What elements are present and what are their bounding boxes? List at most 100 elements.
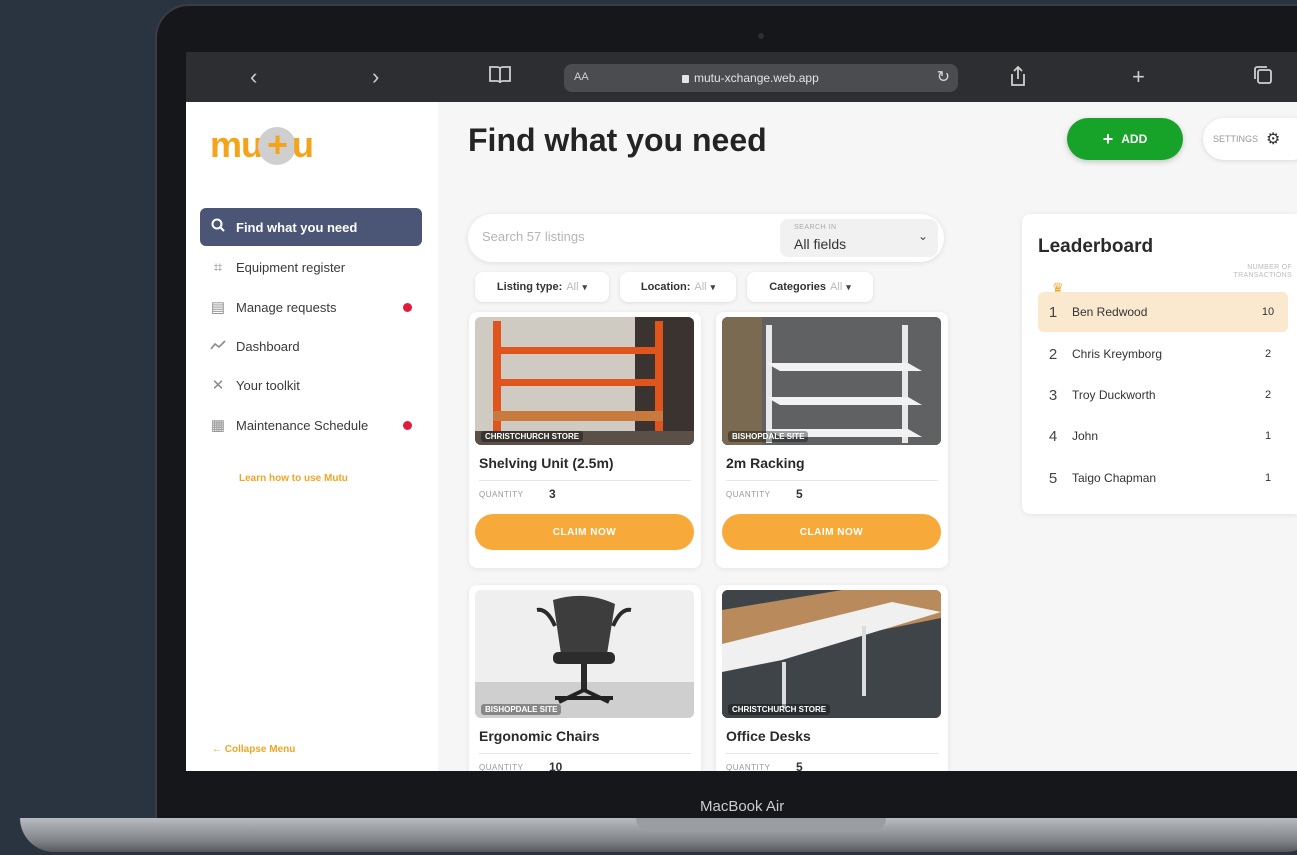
quantity-value: 3 [549, 487, 556, 501]
location-tag: BISHOPDALE SITE [481, 704, 562, 715]
browser-toolbar: ‹ › AA mutu-xchange.web.app ↻ + [186, 52, 1297, 102]
lock-icon [682, 75, 689, 83]
learn-link[interactable]: Learn how to use Mutu [239, 473, 348, 484]
scan-icon: ⌗ [213, 258, 223, 276]
quantity-label: QUANTITY [726, 763, 771, 771]
claim-now-button[interactable]: CLAIM NOW [722, 514, 941, 550]
chart-icon [200, 338, 236, 355]
sidebar-item-toolkit[interactable]: ✕ Your toolkit [200, 366, 422, 404]
location-tag: CHRISTCHURCH STORE [481, 431, 584, 442]
divider [726, 480, 938, 481]
leaderboard-row: 3 Troy Duckworth 2 [1038, 375, 1288, 415]
leaderboard-row: 2 Chris Kreymborg 2 [1038, 334, 1288, 374]
filter-value: All [830, 281, 843, 293]
book-icon[interactable] [488, 64, 512, 93]
listing-image: BISHOPDALE SITE [475, 590, 694, 718]
quantity-label: QUANTITY [479, 763, 524, 771]
filter-location[interactable]: Location: All ▾ [620, 272, 736, 302]
sidebar-item-requests[interactable]: ▤ Manage requests [200, 288, 422, 326]
sidebar-item-find[interactable]: Find what you need [200, 208, 422, 246]
tools-icon: ✕ [211, 377, 225, 394]
listing-image: BISHOPDALE SITE [722, 317, 941, 445]
collapse-menu-link[interactable]: ← Collapse Menu [212, 744, 295, 755]
filter-label: Listing type: [496, 281, 563, 293]
page-title: Find what you need [468, 122, 767, 158]
back-icon[interactable]: ‹ [250, 64, 257, 90]
tabs-icon[interactable] [1252, 64, 1274, 92]
sidebar-item-label: Maintenance Schedule [236, 417, 369, 433]
transaction-count: 1 [1264, 430, 1272, 442]
notification-dot [403, 303, 412, 312]
quantity-label: QUANTITY [726, 490, 771, 499]
search-input[interactable] [482, 229, 762, 244]
sidebar-item-label: Equipment register [236, 259, 346, 275]
location-tag: BISHOPDALE SITE [728, 431, 809, 442]
location-tag: CHRISTCHURCH STORE [728, 704, 831, 715]
listing-card[interactable]: BISHOPDALE SITE 2m Racking QUANTITY 5 CL… [716, 312, 948, 568]
user-name: John [1072, 429, 1099, 443]
chevron-down-icon: ▾ [582, 281, 588, 292]
text-size-button[interactable]: AA [574, 71, 589, 83]
sidebar-item-maintenance[interactable]: ▦ Maintenance Schedule [200, 406, 422, 444]
search-icon [200, 218, 236, 236]
listing-card[interactable]: CHRISTCHURCH STORE Office Desks QUANTITY… [716, 585, 948, 771]
user-name: Ben Redwood [1072, 305, 1148, 319]
listing-title: Office Desks [726, 728, 811, 744]
mutu-logo[interactable]: mu + u [210, 124, 314, 166]
divider [479, 480, 691, 481]
listing-image: CHRISTCHURCH STORE [722, 590, 941, 718]
sidebar-item-dashboard[interactable]: Dashboard [200, 327, 422, 365]
listing-card[interactable]: CHRISTCHURCH STORE Shelving Unit (2.5m) … [469, 312, 701, 568]
filter-categories[interactable]: Categories All ▾ [747, 272, 873, 302]
filter-listing-type[interactable]: Listing type: All ▾ [475, 272, 609, 302]
share-icon[interactable] [1008, 64, 1028, 94]
filter-value: All [694, 281, 707, 293]
listing-title: Ergonomic Chairs [479, 728, 600, 744]
leaderboard-row: 5 Taigo Chapman 1 [1038, 458, 1288, 498]
quantity-value: 5 [796, 760, 803, 771]
add-button[interactable]: + ADD [1067, 118, 1183, 160]
reload-icon[interactable]: ↻ [937, 67, 950, 87]
calendar-icon: ▦ [210, 417, 226, 434]
quantity-value: 10 [549, 760, 563, 771]
forward-icon[interactable]: › [372, 64, 379, 90]
gear-icon: ⚙ [1266, 131, 1281, 148]
logo-text-left: mu [210, 124, 263, 165]
leaderboard-column-header: NUMBER OF TRANSACTIONS [1233, 264, 1292, 279]
search-in-select[interactable]: SEARCH IN All fields ⌄ [780, 219, 938, 257]
sidebar-item-equipment[interactable]: ⌗ Equipment register [200, 248, 422, 286]
claim-now-button[interactable]: CLAIM NOW [475, 514, 694, 550]
leaderboard-title: Leaderboard [1038, 236, 1154, 257]
transaction-count: 1 [1264, 472, 1272, 484]
rank: 3 [1048, 386, 1058, 404]
listing-card[interactable]: BISHOPDALE SITE Ergonomic Chairs QUANTIT… [469, 585, 701, 771]
screen: ‹ › AA mutu-xchange.web.app ↻ + mu + u Fin… [186, 52, 1297, 771]
user-name: Troy Duckworth [1072, 388, 1156, 402]
settings-button[interactable]: SETTINGS ⚙ [1203, 118, 1297, 160]
rank: 1 [1048, 303, 1058, 321]
quantity-value: 5 [796, 487, 803, 501]
camera [758, 33, 764, 39]
search-in-label: SEARCH IN [794, 224, 837, 231]
transaction-count: 2 [1264, 389, 1272, 401]
plus-icon[interactable]: + [1132, 64, 1145, 90]
rank: 5 [1048, 469, 1058, 487]
leaderboard-row: 1 Ben Redwood 10 [1038, 292, 1288, 332]
device-label: MacBook Air [700, 798, 785, 815]
quantity-label: QUANTITY [479, 490, 524, 499]
leaderboard-row: 4 John 1 [1038, 416, 1288, 456]
url-bar[interactable]: AA mutu-xchange.web.app ↻ [564, 64, 958, 92]
sidebar: mu + u Find what you need ⌗ Equipment regi… [186, 102, 438, 771]
sidebar-item-label: Dashboard [236, 338, 300, 354]
settings-label: SETTINGS [1213, 134, 1259, 144]
user-name: Taigo Chapman [1072, 471, 1157, 485]
sidebar-item-label: Your toolkit [236, 377, 300, 393]
filter-value: All [566, 281, 579, 293]
listing-title: Shelving Unit (2.5m) [479, 455, 614, 471]
chevron-down-icon: ▾ [846, 281, 851, 292]
plus-icon: + [1102, 128, 1114, 149]
divider [726, 753, 938, 754]
divider [479, 753, 691, 754]
search-box: SEARCH IN All fields ⌄ [468, 214, 944, 262]
transaction-count: 10 [1261, 306, 1275, 318]
